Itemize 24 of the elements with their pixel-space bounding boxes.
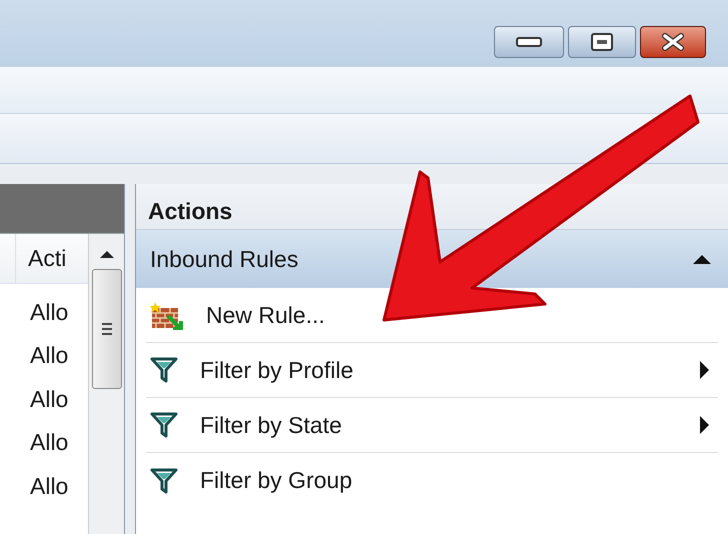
scrollbar[interactable] (88, 234, 124, 534)
action-item[interactable]: Filter by Profile (146, 343, 718, 398)
filter-icon (150, 412, 178, 438)
table-cell-text: Allo (29, 341, 70, 370)
maximize-button[interactable] (568, 26, 636, 58)
close-icon (661, 33, 685, 51)
brick-wall-icon (150, 300, 184, 330)
grip-icon (100, 322, 112, 336)
action-item[interactable]: Filter by Group (146, 453, 718, 508)
minimize-button[interactable] (494, 26, 564, 58)
close-button[interactable] (640, 26, 706, 58)
action-item[interactable]: Filter by State (146, 398, 718, 453)
filter-icon (150, 468, 178, 494)
scroll-thumb[interactable] (92, 269, 122, 389)
maximize-icon (591, 33, 613, 51)
table-cell-text: Allo (29, 298, 70, 326)
collapse-icon[interactable] (692, 254, 712, 264)
filter-icon (150, 357, 178, 383)
section-title: Inbound Rules (150, 244, 298, 274)
minimize-icon (516, 37, 542, 47)
table-cell-text: Allo (29, 428, 70, 457)
scroll-up-icon[interactable] (98, 250, 114, 259)
table-cell-text: Allo (29, 472, 70, 500)
table-cell-text: Allo (29, 384, 70, 414)
